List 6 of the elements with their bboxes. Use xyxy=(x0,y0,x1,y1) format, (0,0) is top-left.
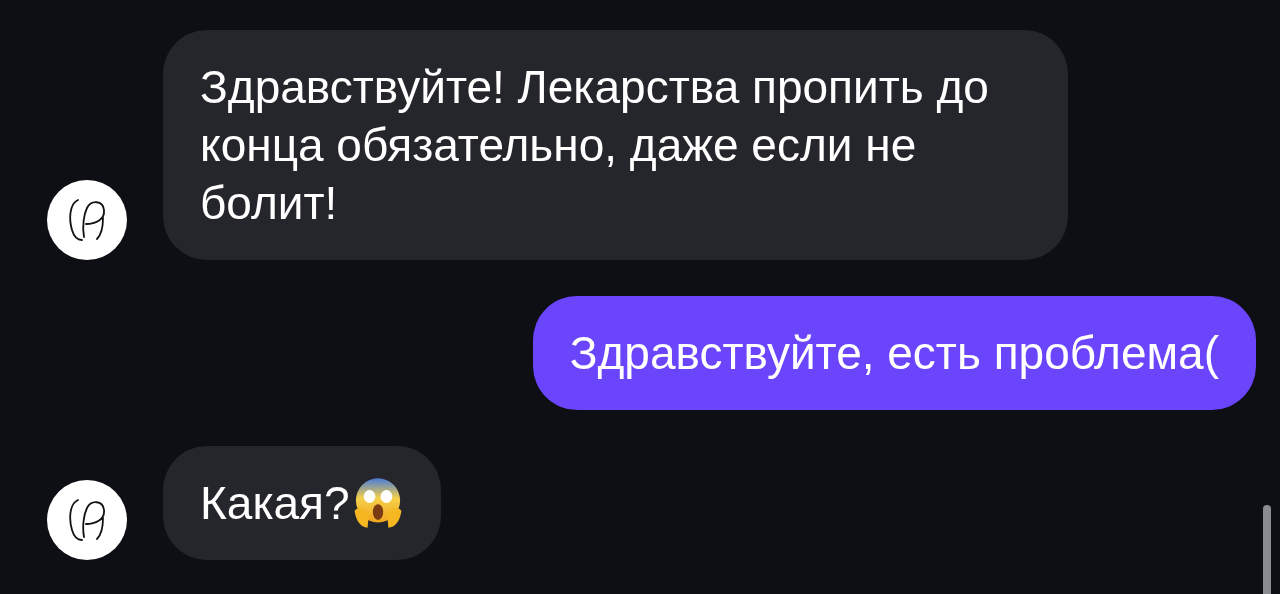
scrollbar[interactable] xyxy=(1263,505,1271,594)
message-text: Какая? xyxy=(200,476,350,531)
message-text: Здравствуйте, есть проблема( xyxy=(569,326,1219,381)
avatar-icon xyxy=(47,180,127,260)
avatar-icon xyxy=(47,480,127,560)
message-text: Здравствуйте! Лекарства пропить до конца обязательно, даже если не болит! xyxy=(200,60,990,231)
